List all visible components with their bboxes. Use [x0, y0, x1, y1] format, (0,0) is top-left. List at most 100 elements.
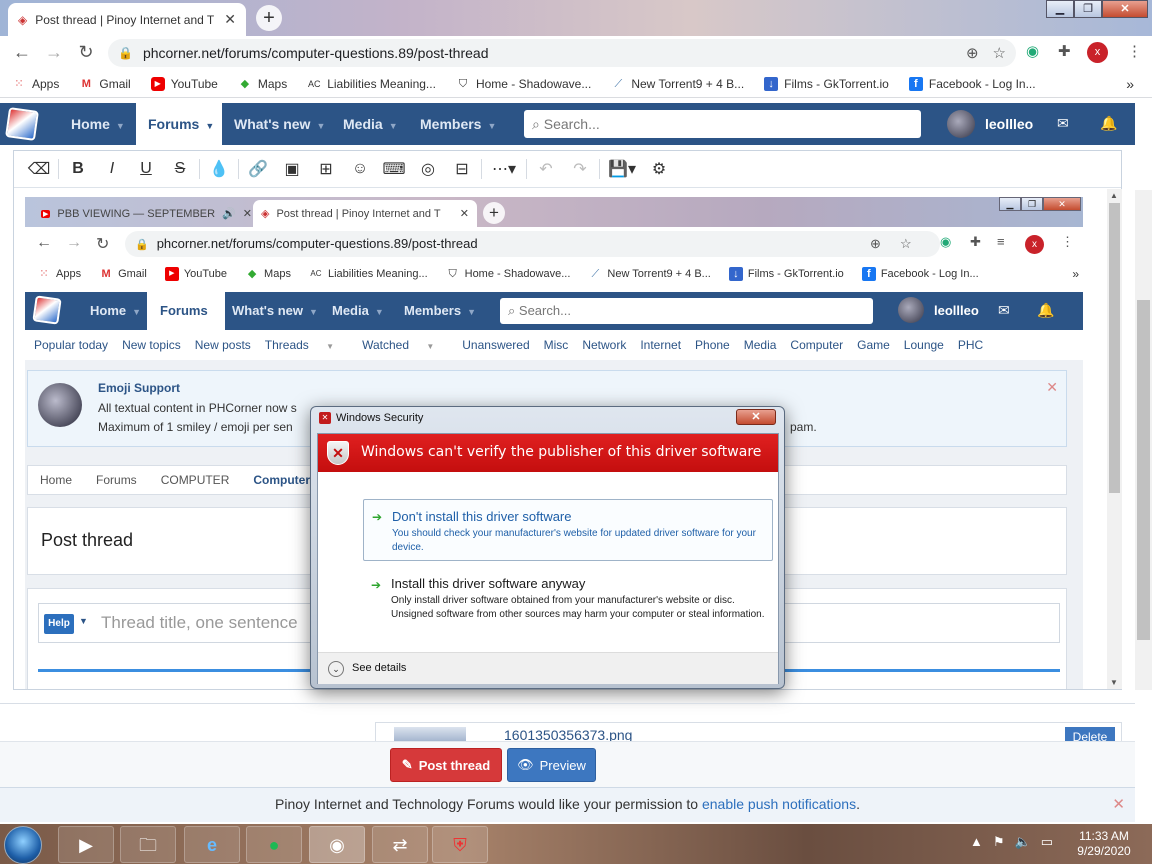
nav-forums[interactable]: Forums ▼ — [136, 103, 222, 145]
close-icon: ✕ — [1043, 197, 1081, 211]
new-tab-button[interactable]: + — [256, 5, 282, 31]
table-icon[interactable]: ⊟ — [445, 159, 479, 179]
bold-icon[interactable]: B — [61, 160, 95, 178]
extension-icon[interactable]: ◉ — [1026, 42, 1039, 60]
smiley-icon[interactable]: ☺ — [343, 160, 377, 178]
window-close-button[interactable]: ✕ — [1102, 0, 1148, 18]
site-logo — [32, 295, 62, 325]
reload-button[interactable]: ↻ — [70, 42, 102, 63]
spoiler-eye-icon[interactable]: ◎ — [411, 159, 445, 179]
bookmark-shadowave[interactable]: ⛉ Home - Shadowave... — [456, 77, 592, 91]
dont-install-option[interactable]: ➔ Don't install this driver software You… — [363, 499, 773, 561]
bookmark-maps[interactable]: ◆ Maps — [238, 77, 288, 91]
enable-push-link[interactable]: enable push notifications — [702, 796, 856, 812]
maximize-button[interactable]: ❐ — [1074, 0, 1102, 18]
image-icon[interactable]: ▣ — [275, 159, 309, 179]
start-button[interactable] — [4, 826, 42, 864]
taskbar-file-explorer[interactable]: 🗀 — [120, 826, 176, 863]
subnav-computer: Computer — [790, 338, 844, 352]
attachment-thumbnail[interactable] — [394, 727, 466, 741]
system-clock[interactable]: 11:33 AM 9/29/2020 — [1068, 829, 1140, 859]
menu-kebab-icon[interactable]: ⋮ — [1127, 42, 1142, 60]
chevron-down-icon[interactable]: ⌄ — [328, 661, 344, 677]
nav-whats-new[interactable]: What's new ▼ — [234, 103, 325, 145]
scroll-thumb[interactable] — [1109, 203, 1120, 493]
site-navbar: Home ▼ Forums ▼ What's new ▼ Media ▼ Members… — [0, 103, 1135, 145]
subnav-popular-today: Popular today — [34, 338, 109, 352]
taskbar-internet-explorer[interactable]: e — [184, 826, 240, 863]
nav-home: Home ▼ — [90, 303, 142, 318]
alerts-bell-icon: 🔔 — [1037, 302, 1055, 318]
save-draft-icon[interactable]: 💾▾ — [602, 159, 642, 179]
taskbar-media-player[interactable]: ▶ — [58, 826, 114, 863]
green-arrow-icon: ➔ — [372, 510, 383, 524]
site-logo[interactable] — [5, 107, 39, 141]
underline-icon[interactable]: U — [129, 160, 163, 178]
inbox-envelope-icon[interactable]: ✉ — [1057, 115, 1069, 132]
minimize-button[interactable]: ▁ — [1046, 0, 1074, 18]
page-scroll-thumb[interactable] — [1137, 300, 1150, 640]
scroll-down-icon[interactable]: ▼ — [1110, 678, 1118, 687]
tray-arrow-icon[interactable]: ▲ — [970, 834, 983, 850]
bookmark-star-icon[interactable]: ☆ — [993, 44, 1006, 62]
chevron-down-icon: ▼ — [467, 307, 476, 317]
alerts-bell-icon[interactable]: 🔔 — [1100, 115, 1117, 132]
taskbar-windows-security[interactable]: ⛨ — [432, 826, 488, 863]
close-icon[interactable]: ✕ — [1112, 788, 1125, 821]
nav-media[interactable]: Media ▼ — [343, 103, 398, 145]
dialog-close-button[interactable]: ✕ — [736, 409, 776, 425]
italic-icon[interactable]: I — [95, 160, 129, 178]
nav-members[interactable]: Members ▼ — [420, 103, 496, 145]
bookmark-star-icon: ☆ — [900, 236, 912, 251]
keyboard-icon[interactable]: ⌨ — [377, 159, 411, 179]
bookmark-torrent9[interactable]: ⟋ New Torrent9 + 4 B... — [611, 77, 744, 91]
tab-close-icon[interactable]: ✕ — [224, 11, 236, 28]
bookmark-gktorrent[interactable]: ↓ Films - GkTorrent.io — [764, 76, 889, 91]
site-search-input[interactable]: ⌕ Search... — [524, 110, 921, 138]
bookmark-facebook[interactable]: f Facebook - Log In... — [908, 76, 1036, 91]
bookmark-apps[interactable]: ⁙ Apps — [12, 77, 59, 91]
bookmark-gmail[interactable]: M Gmail — [79, 77, 131, 91]
back-button[interactable]: ← — [6, 42, 38, 63]
browser-tab-active[interactable]: ◈ Post thread | Pinoy Internet and T ✕ — [8, 3, 246, 36]
forward-button[interactable]: → — [38, 42, 70, 63]
chevron-down-icon: ▼ — [132, 307, 142, 317]
bookmark-youtube[interactable]: ▶ YouTube — [150, 76, 218, 91]
subnav-network: Network — [582, 338, 627, 352]
bookmarks-overflow-icon[interactable]: » — [1126, 76, 1134, 92]
nav-home[interactable]: Home ▼ — [71, 103, 125, 145]
undo-icon[interactable]: ↶ — [529, 159, 563, 179]
tab-close-icon: ✕ — [459, 208, 469, 220]
taskbar-spotify[interactable]: ● — [246, 826, 302, 863]
strikethrough-icon[interactable]: S — [163, 160, 197, 178]
action-center-flag-icon[interactable]: ⚑ — [993, 834, 1005, 850]
warning-shield-icon: ✕ — [327, 441, 349, 465]
more-options-icon[interactable]: ⋯▾ — [484, 159, 524, 179]
attachment-filename[interactable]: 1601350356373.png — [504, 727, 632, 741]
extensions-puzzle-icon[interactable]: ✚ — [1058, 42, 1071, 60]
profile-avatar[interactable]: x — [1087, 42, 1108, 63]
network-icon[interactable]: ▭ — [1041, 834, 1053, 850]
install-anyway-option[interactable]: ➔ Install this driver software anyway On… — [363, 576, 773, 646]
post-thread-button[interactable]: ✎ Post thread — [390, 748, 502, 782]
attachment-delete-button[interactable]: Delete — [1065, 727, 1115, 741]
see-details-toggle[interactable]: See details — [352, 662, 406, 674]
user-menu[interactable]: leollleo — [947, 110, 1033, 138]
scroll-up-icon[interactable]: ▲ — [1110, 191, 1118, 200]
eraser-icon[interactable]: ⌫ — [22, 159, 56, 179]
link-icon[interactable]: 🔗 — [241, 159, 275, 179]
bookmark-liabilities[interactable]: AC Liabilities Meaning... — [307, 77, 436, 91]
taskbar-chrome[interactable]: ◉ — [309, 826, 365, 863]
add-icon[interactable]: ⊕ — [966, 44, 979, 62]
volume-icon[interactable]: 🔈 — [1015, 834, 1031, 850]
dialog-footer: ⌄ See details — [318, 652, 778, 684]
media-icon[interactable]: ⊞ — [309, 159, 343, 179]
address-bar[interactable]: 🔒 phcorner.net/forums/computer-questions… — [108, 39, 1016, 67]
page-scrollbar[interactable] — [1135, 190, 1152, 690]
redo-icon[interactable]: ↷ — [563, 159, 597, 179]
color-drop-icon[interactable]: 💧 — [202, 159, 236, 179]
preview-button[interactable]: 👁 Preview — [507, 748, 596, 782]
editor-scrollbar[interactable]: ▲ ▼ — [1107, 189, 1122, 689]
taskbar-device-setup[interactable]: ⇄ — [372, 826, 428, 863]
gear-icon[interactable]: ⚙ — [642, 159, 676, 179]
